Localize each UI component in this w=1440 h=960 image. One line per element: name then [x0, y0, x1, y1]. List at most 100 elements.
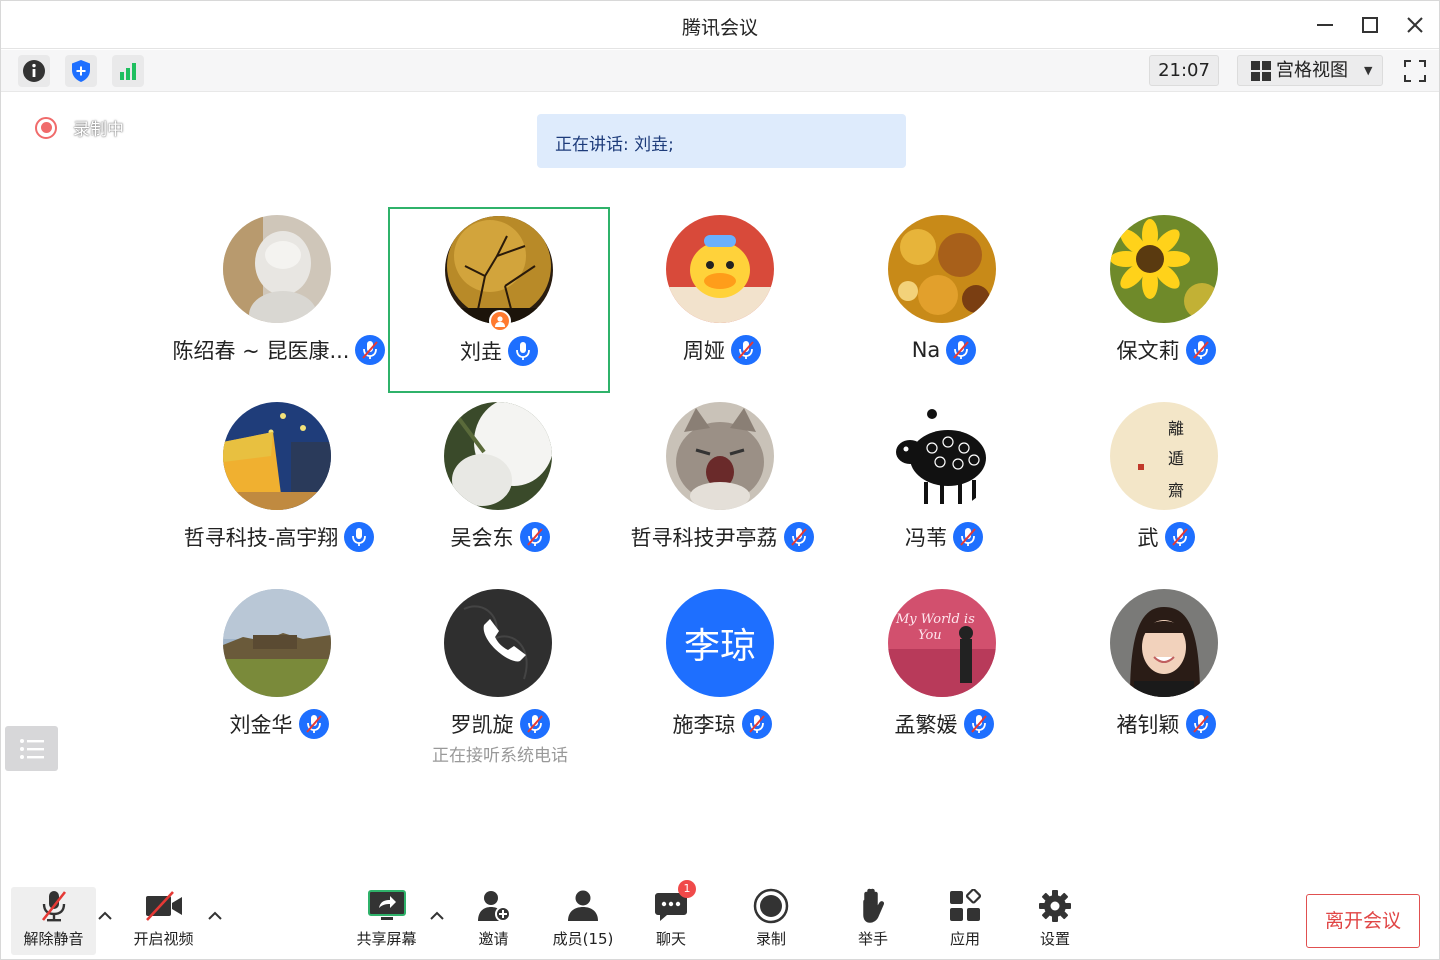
minimize-button[interactable] — [1309, 9, 1341, 41]
fullscreen-icon — [1404, 60, 1426, 82]
avatar — [888, 402, 996, 510]
recording-indicator: 录制中 — [35, 115, 124, 140]
participant-name: 保文莉 — [1116, 339, 1180, 363]
fullscreen-button[interactable] — [1399, 55, 1431, 87]
settings-button[interactable]: 设置 — [1020, 887, 1090, 955]
record-button[interactable]: 录制 — [736, 887, 806, 955]
avatar: 李琼 — [666, 589, 774, 697]
svg-text:遁: 遁 — [1168, 449, 1184, 468]
avatar: My World is You — [888, 589, 996, 697]
caret-down-icon: ▼ — [1364, 64, 1373, 77]
svg-text:離: 離 — [1168, 419, 1184, 438]
participant-tile[interactable]: 保文莉 — [1055, 207, 1277, 393]
unmute-label: 解除静音 — [23, 930, 84, 948]
camera-off-icon — [144, 888, 184, 924]
mic-muted-icon — [731, 335, 761, 365]
participant-name: 褚钊颖 — [1116, 713, 1180, 737]
participant-tile[interactable]: 離遁齋武 — [1055, 394, 1277, 580]
raise-hand-button[interactable]: 举手 — [838, 887, 908, 955]
avatar — [666, 402, 774, 510]
participant-tile[interactable]: 刘垚 — [388, 207, 610, 393]
avatar-initials: 李琼 — [683, 626, 756, 667]
maximize-button[interactable] — [1354, 9, 1386, 41]
participant-name-row: 冯苇 — [833, 522, 1055, 552]
share-screen-label: 共享屏幕 — [356, 930, 417, 948]
mic-muted-icon — [741, 709, 772, 739]
avatar — [1110, 215, 1218, 323]
svg-text:齋: 齋 — [1168, 481, 1184, 500]
participant-tile[interactable]: 哲寻科技尹亭荔 — [611, 394, 833, 580]
video-options-chevron[interactable] — [206, 907, 224, 925]
info-icon — [23, 60, 45, 82]
participant-tile[interactable]: 哲寻科技-高宇翔 — [168, 394, 390, 580]
security-button[interactable] — [65, 55, 97, 87]
participant-name-row: 哲寻科技-高宇翔 — [168, 522, 390, 552]
members-button[interactable]: 成员(15) — [543, 887, 623, 955]
avatar — [445, 216, 553, 324]
participant-name-row: 吴会东 — [389, 522, 611, 552]
record-dot-icon — [35, 116, 57, 139]
participant-name-row: 周娅 — [611, 335, 833, 365]
shield-icon — [72, 60, 90, 82]
participant-tile[interactable]: Na — [833, 207, 1055, 393]
participant-tile[interactable]: 吴会东 — [389, 394, 611, 580]
view-selector[interactable]: 宫格视图 ▼ — [1237, 55, 1383, 86]
participant-name: 哲寻科技尹亭荔 — [630, 526, 778, 550]
audio-options-chevron[interactable] — [96, 907, 114, 925]
share-options-chevron[interactable] — [428, 907, 446, 925]
apps-button[interactable]: 应用 — [930, 887, 1000, 955]
chat-unread-badge: 1 — [678, 880, 696, 898]
svg-text:My World is: My World is — [895, 612, 975, 627]
participant-name-row: 孟繁媛 — [833, 709, 1055, 739]
participant-tile[interactable]: 刘金华 — [168, 581, 390, 767]
record-label: 录制 — [755, 930, 786, 948]
network-button[interactable] — [112, 55, 144, 87]
raise-hand-label: 举手 — [857, 930, 888, 948]
chat-label: 聊天 — [655, 930, 686, 948]
record-icon — [753, 888, 789, 924]
invite-button[interactable]: 邀请 — [456, 887, 531, 955]
avatar — [666, 215, 774, 323]
participant-name-row: 哲寻科技尹亭荔 — [611, 522, 833, 552]
participant-name: 周娅 — [683, 339, 725, 363]
chat-button[interactable]: 1 聊天 — [636, 880, 706, 955]
participant-name: 施李琼 — [672, 713, 736, 737]
settings-label: 设置 — [1039, 930, 1070, 948]
mic-muted-icon — [1164, 522, 1195, 552]
participant-tile[interactable]: 李琼施李琼 — [611, 581, 833, 767]
unmute-button[interactable]: 解除静音 — [11, 887, 96, 955]
participant-tile[interactable]: 罗凯旋 正在接听系统电话 — [389, 581, 611, 767]
avatar — [223, 589, 331, 697]
participant-name-row: 保文莉 — [1055, 335, 1277, 365]
participant-list-toggle[interactable] — [5, 726, 58, 771]
participant-tile[interactable]: 周娅 — [611, 207, 833, 393]
mic-muted-icon — [298, 709, 329, 739]
participant-name-row: 施李琼 — [611, 709, 833, 739]
gear-icon — [1037, 888, 1073, 924]
participant-name: 罗凯旋 — [450, 713, 514, 737]
list-icon — [19, 738, 44, 759]
participant-tile[interactable]: 褚钊颖 — [1055, 581, 1277, 767]
avatar — [888, 215, 996, 323]
members-icon — [565, 888, 601, 924]
participant-name: 哲寻科技-高宇翔 — [183, 526, 339, 550]
invite-label: 邀请 — [478, 930, 509, 948]
share-screen-button[interactable]: 共享屏幕 — [344, 887, 429, 955]
leave-meeting-button[interactable]: 离开会议 — [1306, 894, 1420, 948]
close-icon — [1407, 17, 1423, 33]
participant-name: 武 — [1137, 526, 1159, 550]
participant-tile[interactable]: My World is You 孟繁媛 — [833, 581, 1055, 767]
participant-tile[interactable]: 冯苇 — [833, 394, 1055, 580]
svg-text:You: You — [918, 628, 942, 643]
speaking-banner: 正在讲话: 刘垚; — [537, 114, 906, 168]
participant-name: Na — [911, 338, 941, 362]
members-label: 成员(15) — [552, 930, 614, 948]
participant-name-row: 罗凯旋 — [389, 709, 611, 739]
share-screen-icon — [367, 888, 406, 924]
close-button[interactable] — [1399, 9, 1431, 41]
chevron-up-icon — [430, 911, 444, 920]
meeting-info-button[interactable] — [18, 55, 50, 87]
window-title: 腾讯会议 — [681, 17, 758, 39]
start-video-button[interactable]: 开启视频 — [121, 887, 206, 955]
participant-tile[interactable]: 陈绍春 ~ 昆医康... — [168, 207, 390, 393]
